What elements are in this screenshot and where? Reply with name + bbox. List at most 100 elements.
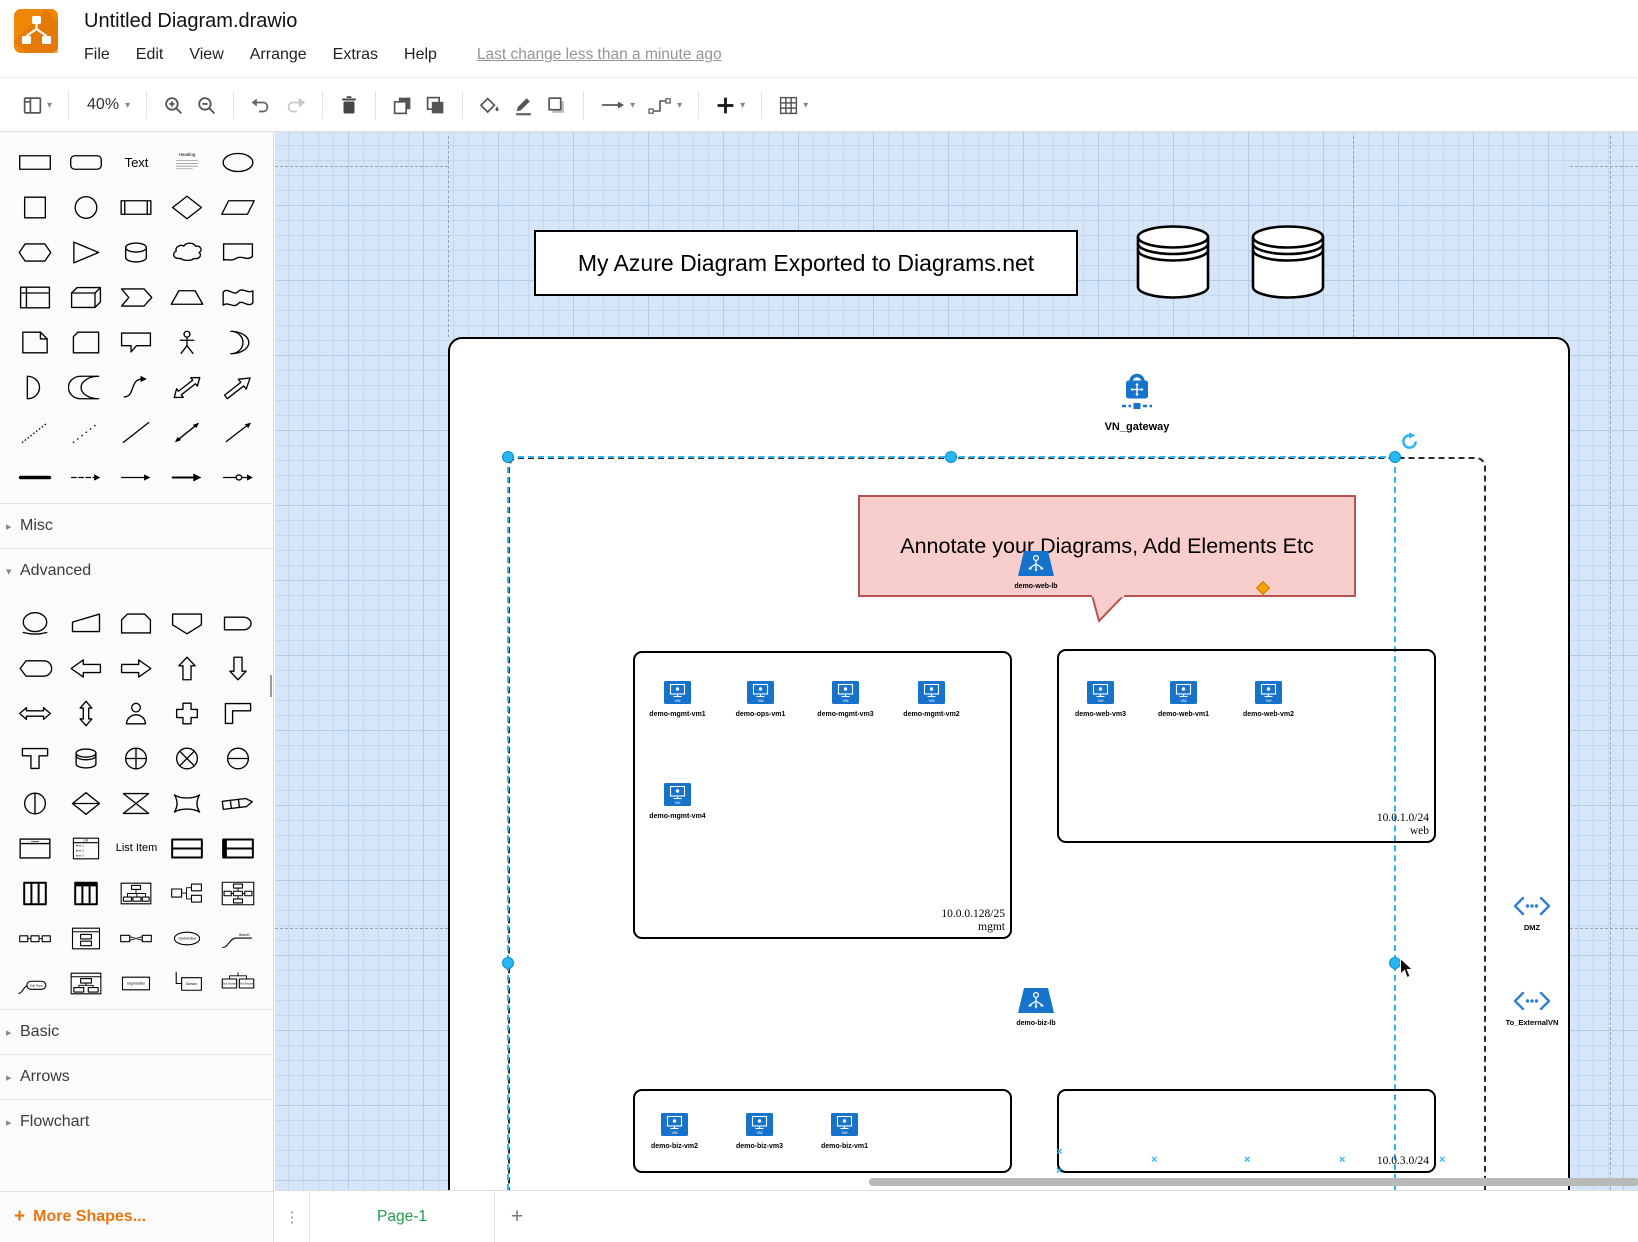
shape-display[interactable] xyxy=(212,603,263,643)
selection-handle[interactable] xyxy=(945,451,957,463)
shape-triangle[interactable] xyxy=(61,232,112,272)
shape-rectangle[interactable] xyxy=(10,142,61,182)
shape-arrow-edge[interactable] xyxy=(162,457,213,497)
sidebar-section-arrows[interactable]: ▸ Arrows xyxy=(0,1054,273,1099)
shape-arrow-horizontal[interactable] xyxy=(10,693,61,733)
node-demo-biz-vm3[interactable]: VMdemo-biz-vm3 xyxy=(712,1113,808,1150)
shape-tape[interactable] xyxy=(212,277,263,317)
menu-help[interactable]: Help xyxy=(404,46,437,64)
menu-edit[interactable]: Edit xyxy=(136,46,164,64)
page-view-button[interactable]: ▾ xyxy=(16,91,58,120)
node-demo-ops-vm1[interactable]: VMdemo-ops-vm1 xyxy=(713,681,809,718)
node-demo-web-lb[interactable]: demo-web-lb xyxy=(988,551,1084,590)
shape-cube[interactable] xyxy=(61,277,112,317)
shape-actor[interactable] xyxy=(162,322,213,362)
shape-frame-stack[interactable] xyxy=(61,918,112,958)
shape-note[interactable] xyxy=(10,322,61,362)
table-button[interactable]: ▾ xyxy=(772,91,814,120)
shape-text[interactable]: Text xyxy=(111,142,162,182)
shape-user[interactable] xyxy=(111,693,162,733)
shape-bidirectional-arrow-shape[interactable] xyxy=(162,367,213,407)
shape-arrow-shape[interactable] xyxy=(212,367,263,407)
add-page-button[interactable]: + xyxy=(495,1191,539,1242)
menu-arrange[interactable]: Arrange xyxy=(250,46,307,64)
shape-collate[interactable] xyxy=(111,783,162,823)
shape-dashed-edge[interactable] xyxy=(61,457,112,497)
diagram-canvas[interactable]: My Azure Diagram Exported to Diagrams.ne… xyxy=(275,132,1638,1190)
shape-branch[interactable]: Branch xyxy=(212,918,263,958)
shape-bidirectional-edge[interactable] xyxy=(162,412,213,452)
shape-linked-boxes[interactable] xyxy=(162,873,213,913)
zoom-in-button[interactable] xyxy=(157,91,190,120)
rotate-handle-icon[interactable] xyxy=(1400,432,1419,456)
node-demo-biz-vm1[interactable]: VMdemo-biz-vm1 xyxy=(797,1113,893,1150)
shape-and[interactable] xyxy=(10,367,61,407)
menu-view[interactable]: View xyxy=(189,46,223,64)
delete-button[interactable] xyxy=(333,91,365,120)
shape-flow-strip[interactable] xyxy=(10,918,61,958)
shape-list[interactable]: ListItem 1Item 2Item 3 xyxy=(61,828,112,868)
shape-card[interactable] xyxy=(61,322,112,362)
shape-tape-data[interactable] xyxy=(10,648,61,688)
shape-terminator-ellipse[interactable] xyxy=(10,603,61,643)
connection-style-button[interactable]: ▾ xyxy=(594,91,641,119)
shape-direct-access-storage[interactable] xyxy=(61,738,112,778)
shape-org-tree[interactable] xyxy=(111,873,162,913)
shape-arrow-left[interactable] xyxy=(61,648,112,688)
menu-file[interactable]: File xyxy=(84,46,110,64)
shape-arrow-vertical[interactable] xyxy=(61,693,112,733)
node-demo-web-vm3[interactable]: VMdemo-web-vm3 xyxy=(1053,681,1149,718)
shape-arrow-right[interactable] xyxy=(111,648,162,688)
more-shapes-button[interactable]: + More Shapes... xyxy=(0,1191,273,1242)
shape-cross[interactable] xyxy=(162,693,213,733)
sidebar-section-misc[interactable]: ▸ Misc xyxy=(0,503,273,548)
sidebar-section-advanced[interactable]: ▾ Advanced xyxy=(0,548,273,593)
shape-pool-horizontal[interactable] xyxy=(162,828,213,868)
shape-pool-vertical-header[interactable] xyxy=(61,873,112,913)
node-demo-mgmt-vm3[interactable]: VMdemo-mgmt-vm3 xyxy=(798,681,894,718)
node-demo-biz-vm2[interactable]: VMdemo-biz-vm2 xyxy=(627,1113,723,1150)
shape-central-idea[interactable]: Central Idea xyxy=(162,918,213,958)
shape-switch[interactable] xyxy=(162,783,213,823)
shape-tree-frame[interactable] xyxy=(61,963,112,1003)
waypoints-button[interactable]: ▾ xyxy=(641,90,688,120)
shape-division[interactable]: Division xyxy=(162,963,213,1003)
shape-manual-input[interactable] xyxy=(61,603,112,643)
shape-heading[interactable]: Heading xyxy=(162,142,213,182)
shape-step[interactable] xyxy=(111,277,162,317)
node-demo-biz-lb[interactable]: demo-biz-lb xyxy=(988,988,1084,1027)
node-demo-mgmt-vm4[interactable]: VMdemo-mgmt-vm4 xyxy=(630,783,726,820)
diagram-title-shape[interactable]: My Azure Diagram Exported to Diagrams.ne… xyxy=(534,230,1078,296)
shape-curve[interactable] xyxy=(111,367,162,407)
zoom-dropdown[interactable]: 40% ▾ xyxy=(79,92,136,118)
shape-circle-vline[interactable] xyxy=(10,783,61,823)
shape-siblings[interactable]: Sub SectionSub Section xyxy=(212,963,263,1003)
shape-hexagon[interactable] xyxy=(10,232,61,272)
shape-arrow-down[interactable] xyxy=(212,648,263,688)
shape-pool-vertical[interactable] xyxy=(10,873,61,913)
shape-tee[interactable] xyxy=(10,738,61,778)
sidebar-section-flowchart[interactable]: ▸ Flowchart xyxy=(0,1099,273,1144)
undo-button[interactable] xyxy=(244,91,278,119)
shape-mindmap[interactable] xyxy=(212,873,263,913)
fill-color-button[interactable] xyxy=(473,91,507,120)
shape-list-item[interactable]: List Item xyxy=(111,828,162,868)
shape-callout[interactable] xyxy=(111,322,162,362)
shape-trapezoid[interactable] xyxy=(162,277,213,317)
to-back-button[interactable] xyxy=(419,91,452,120)
zoom-out-button[interactable] xyxy=(190,91,223,120)
shape-arrow-strip[interactable] xyxy=(212,783,263,823)
menu-extras[interactable]: Extras xyxy=(333,46,378,64)
shape-sub-topic[interactable]: Sub Topic xyxy=(10,963,61,1003)
pages-menu-icon[interactable]: ⋮ xyxy=(275,1191,309,1242)
node-demo-web-vm1[interactable]: VMdemo-web-vm1 xyxy=(1136,681,1232,718)
shape-circle-hline[interactable] xyxy=(212,738,263,778)
shape-sort[interactable] xyxy=(61,783,112,823)
shape-dotted-line[interactable] xyxy=(10,412,61,452)
shape-summing-junction[interactable] xyxy=(162,738,213,778)
shape-document[interactable] xyxy=(212,232,263,272)
shape-edge[interactable] xyxy=(111,457,162,497)
node-to-externalvn[interactable]: To_ExternalVN xyxy=(1484,991,1580,1027)
shape-cloud[interactable] xyxy=(162,232,213,272)
shape-square[interactable] xyxy=(10,187,61,227)
